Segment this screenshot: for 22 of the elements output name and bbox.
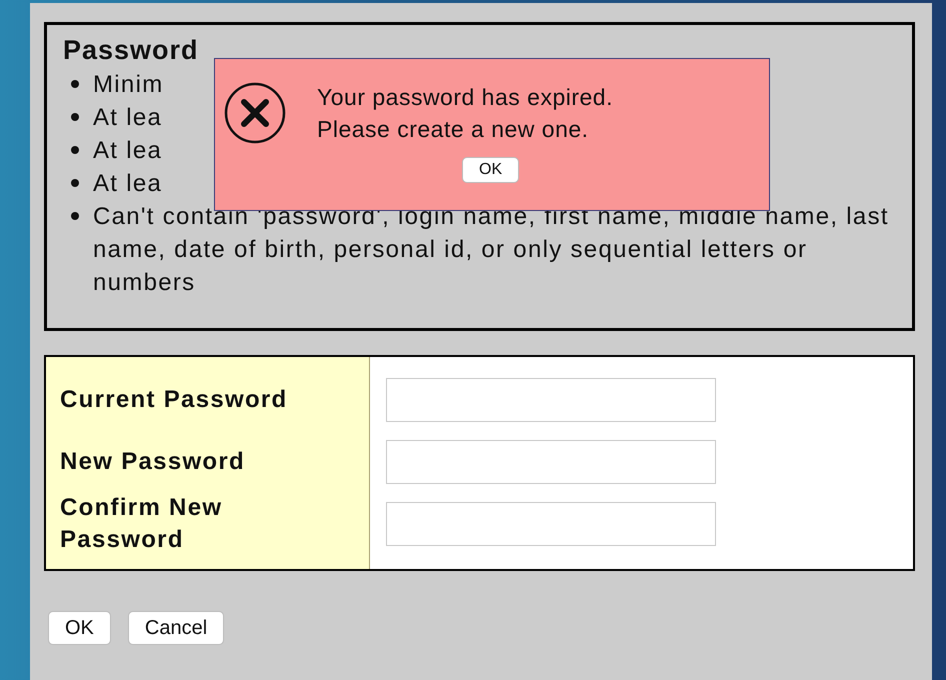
requirement-text: At lea [93, 169, 162, 199]
requirement-text: Minim [93, 70, 164, 100]
requirement-text: At lea [93, 103, 162, 133]
requirement-text: At lea [93, 136, 162, 166]
field-label: Confirm New Password [60, 493, 224, 555]
field-label: Current Password [60, 385, 288, 415]
bullet-icon [71, 179, 79, 187]
password-field[interactable] [386, 440, 716, 484]
dialog-button[interactable]: OK [48, 611, 111, 645]
error-icon [223, 81, 287, 145]
alert-message: Your password has expired. [317, 83, 613, 112]
bullet-icon [71, 146, 79, 154]
bullet-icon [71, 212, 79, 220]
field-label: New Password [60, 447, 245, 477]
password-field[interactable] [386, 502, 716, 546]
password-field[interactable] [386, 378, 716, 422]
bullet-icon [71, 80, 79, 88]
bullet-icon [71, 113, 79, 121]
alert-message: Please create a new one. [317, 115, 589, 144]
alert-ok-button[interactable]: OK [462, 157, 520, 183]
requirements-heading: Password [63, 35, 199, 65]
dialog-button[interactable]: Cancel [128, 611, 224, 645]
